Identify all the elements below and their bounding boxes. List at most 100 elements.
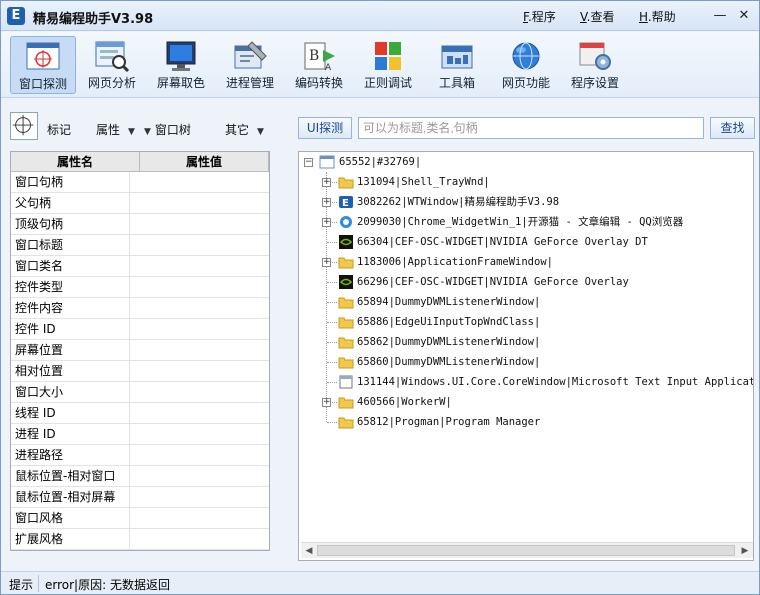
- property-value[interactable]: [130, 214, 269, 234]
- expand-icon[interactable]: +: [322, 198, 331, 207]
- other-dropdown[interactable]: 其它 ▼: [225, 121, 264, 138]
- property-row[interactable]: 进程路径: [11, 445, 269, 466]
- property-row[interactable]: 控件内容: [11, 298, 269, 319]
- tree-node-text: 65860|DummyDWMListenerWindow|: [357, 356, 541, 368]
- expand-icon[interactable]: +: [322, 258, 331, 267]
- property-row[interactable]: 相对位置: [11, 361, 269, 382]
- tree-node[interactable]: 65860|DummyDWMListenerWindow|: [299, 352, 753, 372]
- tool-process-manager[interactable]: 进程管理: [217, 36, 283, 94]
- window-tree[interactable]: −65552|#32769| +131094|Shell_TrayWnd| + E 30…: [298, 151, 754, 561]
- tool-window-probe[interactable]: 窗口探测: [10, 36, 76, 94]
- property-row[interactable]: 顶级句柄: [11, 214, 269, 235]
- expand-icon[interactable]: +: [322, 398, 331, 407]
- menu-view[interactable]: V.查看: [580, 8, 615, 25]
- property-value[interactable]: [130, 382, 269, 402]
- property-name: 窗口句柄: [11, 172, 130, 192]
- property-value[interactable]: [130, 298, 269, 318]
- tree-node[interactable]: +1183006|ApplicationFrameWindow|: [299, 252, 753, 272]
- property-row[interactable]: 窗口标题: [11, 235, 269, 256]
- mark-label: 标记: [47, 123, 72, 137]
- minimize-button[interactable]: —: [711, 7, 729, 25]
- folder-icon: [338, 355, 354, 369]
- property-value[interactable]: [130, 529, 269, 549]
- tree-node[interactable]: +460566|WorkerW|: [299, 392, 753, 412]
- tool-encoding-convert[interactable]: B A 编码转换: [286, 36, 352, 94]
- title-bar: E 精易编程助手V3.98 F.程序 V.查看 H.帮助 — ✕: [1, 1, 759, 31]
- folder-icon: [338, 315, 354, 329]
- scroll-thumb[interactable]: [317, 545, 735, 556]
- property-value[interactable]: [130, 403, 269, 423]
- tool-web-function[interactable]: 网页功能: [493, 36, 559, 94]
- property-row[interactable]: 进程 ID: [11, 424, 269, 445]
- property-value[interactable]: [130, 235, 269, 255]
- crosshair-target-button[interactable]: [10, 112, 38, 140]
- tree-node[interactable]: 131144|Windows.UI.Core.CoreWindow|Micros…: [299, 372, 753, 392]
- tree-node[interactable]: 65886|EdgeUiInputTopWndClass|: [299, 312, 753, 332]
- property-value[interactable]: [130, 361, 269, 381]
- menu-help[interactable]: H.帮助: [639, 8, 676, 25]
- property-row[interactable]: 扩展风格: [11, 529, 269, 550]
- property-row[interactable]: 线程 ID: [11, 403, 269, 424]
- tree-node[interactable]: + E 3082262|WTWindow|精易编程助手V3.98: [299, 192, 753, 212]
- scroll-left-arrow-icon[interactable]: ◀: [301, 543, 317, 559]
- process-manager-icon: [234, 41, 267, 69]
- property-name: 控件 ID: [11, 319, 130, 339]
- property-row[interactable]: 窗口大小: [11, 382, 269, 403]
- property-value[interactable]: [130, 445, 269, 465]
- nvidia-icon: [338, 235, 354, 249]
- property-value[interactable]: [130, 193, 269, 213]
- property-row[interactable]: 控件类型: [11, 277, 269, 298]
- property-row[interactable]: 鼠标位置-相对屏幕: [11, 487, 269, 508]
- menu-program[interactable]: F.程序: [523, 8, 556, 25]
- tree-node[interactable]: 65862|DummyDWMListenerWindow|: [299, 332, 753, 352]
- status-bar: 提示 error|原因: 无数据返回: [1, 571, 759, 594]
- tree-node[interactable]: 66296|CEF-OSC-WIDGET|NVIDIA GeForce Over…: [299, 272, 753, 292]
- property-value[interactable]: [130, 277, 269, 297]
- expand-icon[interactable]: +: [322, 178, 331, 187]
- tool-color-picker[interactable]: 屏幕取色: [148, 36, 214, 94]
- property-value[interactable]: [130, 487, 269, 507]
- tree-node[interactable]: +131094|Shell_TrayWnd|: [299, 172, 753, 192]
- property-value[interactable]: [130, 172, 269, 192]
- property-name: 扩展风格: [11, 529, 130, 549]
- property-value[interactable]: [130, 256, 269, 276]
- tree-branch-line: [327, 242, 337, 243]
- tree-horizontal-scrollbar[interactable]: ◀ ▶: [301, 542, 753, 558]
- property-name: 窗口类名: [11, 256, 130, 276]
- property-row[interactable]: 父句柄: [11, 193, 269, 214]
- tree-node[interactable]: +2099030|Chrome_WidgetWin_1|开源猫 - 文章编辑 -…: [299, 212, 753, 232]
- close-button[interactable]: ✕: [735, 7, 753, 25]
- property-value[interactable]: [130, 466, 269, 486]
- ui-probe-button[interactable]: UI探测: [298, 117, 352, 139]
- property-row[interactable]: 窗口风格: [11, 508, 269, 529]
- tree-node[interactable]: 65894|DummyDWMListenerWindow|: [299, 292, 753, 312]
- tree-node-text: 65812|Progman|Program Manager: [357, 416, 541, 428]
- property-name: 屏幕位置: [11, 340, 130, 360]
- search-input[interactable]: 可以为标题,类名,句柄: [358, 117, 704, 139]
- property-row[interactable]: 鼠标位置-相对窗口: [11, 466, 269, 487]
- window-tree-dropdown[interactable]: ▼ 窗口树: [144, 121, 191, 138]
- main-window: E 精易编程助手V3.98 F.程序 V.查看 H.帮助 — ✕ 窗口探测 网页…: [0, 0, 760, 595]
- property-value[interactable]: [130, 424, 269, 444]
- property-value[interactable]: [130, 340, 269, 360]
- collapse-icon[interactable]: −: [304, 158, 313, 167]
- status-divider: [38, 575, 39, 592]
- expand-icon[interactable]: +: [322, 218, 331, 227]
- property-row[interactable]: 屏幕位置: [11, 340, 269, 361]
- property-value[interactable]: [130, 319, 269, 339]
- tree-node[interactable]: 65812|Progman|Program Manager: [299, 412, 753, 432]
- property-dropdown[interactable]: 属性 ▼: [96, 121, 135, 138]
- property-row[interactable]: 控件 ID: [11, 319, 269, 340]
- tool-toolbox[interactable]: 工具箱: [424, 36, 490, 94]
- find-button[interactable]: 查找: [710, 117, 755, 139]
- tool-web-analysis[interactable]: 网页分析: [79, 36, 145, 94]
- property-row[interactable]: 窗口类名: [11, 256, 269, 277]
- scroll-right-arrow-icon[interactable]: ▶: [737, 543, 753, 559]
- tree-node[interactable]: 66304|CEF-OSC-WIDGET|NVIDIA GeForce Over…: [299, 232, 753, 252]
- property-value[interactable]: [130, 508, 269, 528]
- tool-regex-debug[interactable]: 正则调试: [355, 36, 421, 94]
- tree-node-text: 3082262|WTWindow|精易编程助手V3.98: [357, 196, 560, 208]
- tool-settings[interactable]: 程序设置: [562, 36, 628, 94]
- property-row[interactable]: 窗口句柄: [11, 172, 269, 193]
- tree-branch-line: [327, 342, 337, 343]
